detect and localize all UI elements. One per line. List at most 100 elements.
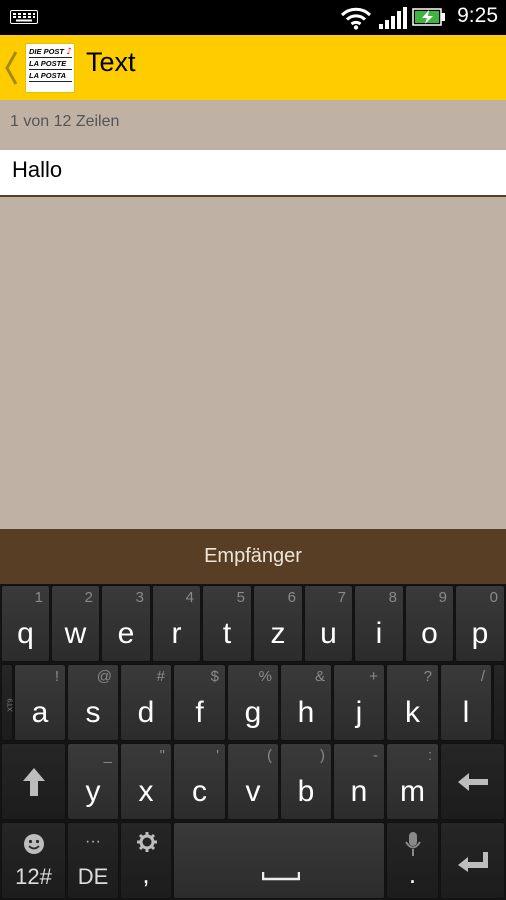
key-m[interactable]: :m <box>386 743 439 820</box>
key-d[interactable]: # d <box>120 664 172 741</box>
emoji-icon <box>24 834 44 854</box>
key-i[interactable]: 8i <box>354 585 404 662</box>
shift-icon-wrap <box>2 744 65 819</box>
key-q[interactable]: 1q <box>1 585 50 662</box>
key-hint: 1 <box>34 589 43 606</box>
key-hint: + <box>369 668 378 685</box>
key-f[interactable]: $ f <box>173 664 226 741</box>
key-label: k <box>405 696 420 729</box>
shift-arrow-icon <box>22 767 45 796</box>
key-label: d <box>137 696 155 729</box>
key-label: j <box>355 696 363 729</box>
key-a[interactable]: ! a <box>14 664 66 741</box>
key-k[interactable]: ? k <box>386 664 439 741</box>
page-title: Text <box>86 47 136 77</box>
space-bar-icon <box>262 872 300 881</box>
key-label: v <box>245 775 261 808</box>
key-hint: _ <box>103 747 112 764</box>
key-t[interactable]: 5t <box>202 585 252 662</box>
settings-gear-icon <box>137 832 157 852</box>
key-hint: ( <box>267 747 272 764</box>
key-label: s <box>85 696 101 729</box>
key-hint: 8 <box>388 589 397 606</box>
key-hint: @ <box>96 668 112 685</box>
key-label: l <box>462 696 470 729</box>
symbols-key[interactable]: 12# <box>1 822 66 899</box>
text-line-field[interactable] <box>0 150 506 197</box>
enter-return-icon <box>457 851 488 872</box>
key-hint: ? <box>423 668 432 685</box>
language-dots: ··· <box>85 833 101 850</box>
key-label: b <box>297 775 315 808</box>
period-label: . <box>408 859 417 889</box>
clock: 9:25 <box>457 4 498 27</box>
key-label: w <box>64 617 87 650</box>
key-label: t <box>222 617 232 650</box>
backspace-arrow-icon <box>457 772 488 791</box>
wifi-icon <box>340 7 372 30</box>
key-p[interactable]: 0p <box>455 585 505 662</box>
key-hint: & <box>314 668 325 685</box>
shift-key[interactable] <box>1 743 66 820</box>
key-e[interactable]: 3e <box>101 585 151 662</box>
key-label: e <box>117 617 135 650</box>
logo-line: LA POSTE <box>29 58 72 70</box>
key-label: m <box>400 775 425 808</box>
key-l[interactable]: / l <box>440 664 492 741</box>
comma-key[interactable]: , <box>120 822 172 899</box>
key-hint: - <box>373 747 378 764</box>
language-key-label: DE <box>77 864 109 889</box>
key-u[interactable]: 7u <box>304 585 353 662</box>
key-hint: ! <box>54 668 59 685</box>
comma-label: , <box>142 859 150 889</box>
recipient-button[interactable]: Empfänger <box>0 529 506 584</box>
text-line-input[interactable] <box>12 150 492 190</box>
key-hint: 5 <box>236 589 245 606</box>
key-hint: 6 <box>287 589 296 606</box>
language-key[interactable]: ··· DE <box>67 822 119 899</box>
key-j[interactable]: + j <box>333 664 385 741</box>
key-r[interactable]: 4r <box>152 585 201 662</box>
key-label: a <box>31 696 49 729</box>
status-bar: 9:25 <box>0 0 506 35</box>
key-label: n <box>350 775 368 808</box>
space-key[interactable] <box>173 822 385 899</box>
key-s[interactable]: @ s <box>67 664 119 741</box>
key-n[interactable]: -n <box>333 743 385 820</box>
period-key[interactable]: . <box>386 822 439 899</box>
key-y[interactable]: _ y <box>67 743 119 820</box>
key-label: r <box>171 617 182 650</box>
key-hint: 9 <box>438 589 447 606</box>
battery-charging-icon <box>412 8 445 26</box>
key-hint: 7 <box>337 589 346 606</box>
key-label: q <box>17 617 34 650</box>
key-z[interactable]: 6z <box>253 585 303 662</box>
backspace-key[interactable] <box>440 743 505 820</box>
key-c[interactable]: ' c <box>173 743 226 820</box>
recipient-button-label: Empfänger <box>204 545 302 567</box>
key-o[interactable]: 9o <box>405 585 454 662</box>
key-x[interactable]: " x <box>120 743 172 820</box>
key-hint: / <box>480 668 485 685</box>
key-label: h <box>297 696 315 729</box>
enter-key[interactable] <box>440 822 505 899</box>
signal-icon <box>379 7 407 29</box>
key-g[interactable]: % g <box>227 664 279 741</box>
soft-keyboard: 1q 2w 3e 4r 5t 6z 7u 8i 9o 0p XT9 ! a @ s … <box>0 584 506 900</box>
key-hint: 2 <box>84 589 93 606</box>
back-chevron-icon[interactable] <box>4 51 18 85</box>
posthorn-icon: ♪ <box>66 47 72 57</box>
key-label: i <box>375 617 383 650</box>
symbols-key-label: 12# <box>15 864 52 889</box>
post-logo[interactable]: DIE POST LA POSTE LA POSTA ♪ <box>25 43 75 93</box>
key-b[interactable]: ) b <box>280 743 332 820</box>
key-hint: $ <box>210 668 219 685</box>
key-v[interactable]: (v <box>227 743 279 820</box>
key-hint: ) <box>320 747 325 764</box>
key-hint: 4 <box>185 589 194 606</box>
key-hint: 3 <box>135 589 144 606</box>
logo-line: LA POSTA <box>29 70 72 82</box>
key-h[interactable]: & h <box>280 664 332 741</box>
key-label: g <box>244 696 262 729</box>
key-w[interactable]: 2w <box>51 585 100 662</box>
